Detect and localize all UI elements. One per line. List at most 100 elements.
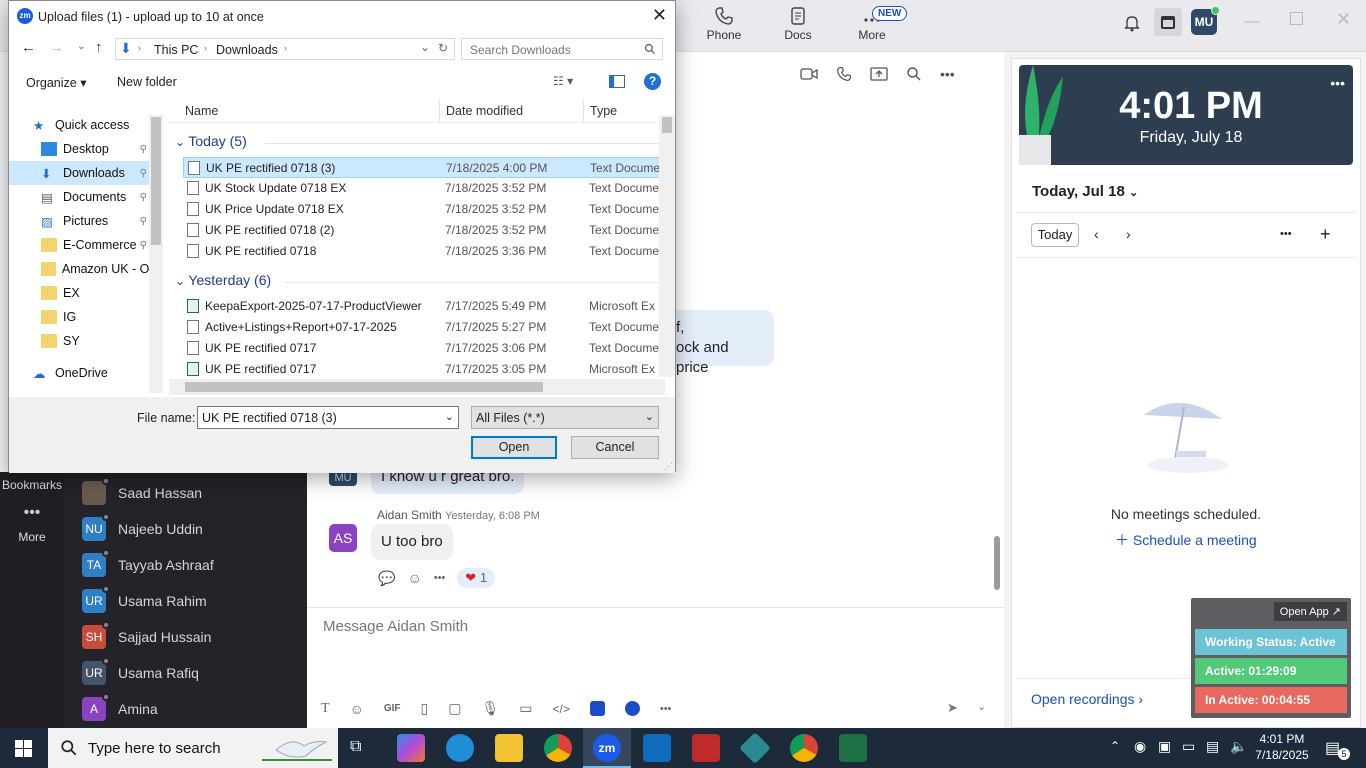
- file-row[interactable]: Active+Listings+Report+07-17-2025 7/17/20…: [183, 317, 665, 338]
- edge-icon[interactable]: [446, 734, 474, 762]
- breadcrumb-this-pc[interactable]: This PC: [154, 43, 198, 57]
- nav-item[interactable]: SY: [9, 329, 149, 353]
- open-app-button[interactable]: Open App ↗: [1273, 602, 1347, 621]
- search-input[interactable]: Search Downloads: [461, 38, 663, 60]
- open-button[interactable]: Open: [471, 436, 557, 459]
- contact-item[interactable]: SH Sajjad Hussain: [82, 621, 211, 652]
- cancel-button[interactable]: Cancel: [571, 436, 659, 459]
- nav-item[interactable]: ⬇ Downloads ⚲: [9, 161, 149, 185]
- open-recordings-link[interactable]: Open recordings ›: [1031, 691, 1143, 707]
- tray-app-icon[interactable]: ◉: [1134, 738, 1146, 755]
- pin-icon[interactable]: ⚲: [140, 144, 147, 155]
- app-icon-1[interactable]: [589, 701, 605, 716]
- video-message-icon[interactable]: ▭: [519, 700, 532, 717]
- file-explorer-icon[interactable]: [495, 734, 523, 762]
- phone-tab[interactable]: Phone: [694, 6, 754, 48]
- address-dropdown-icon[interactable]: ⌄: [420, 40, 430, 54]
- nav-item[interactable]: ★ Quick access: [9, 113, 149, 137]
- message-more-icon[interactable]: •••: [434, 572, 446, 584]
- maximize-icon[interactable]: [1290, 12, 1303, 25]
- nav-item[interactable]: EX: [9, 281, 149, 305]
- user-avatar[interactable]: MU: [1191, 6, 1220, 35]
- windows-start-icon[interactable]: [15, 740, 32, 757]
- refresh-icon[interactable]: ↻: [438, 41, 448, 55]
- file-hscroll-thumb[interactable]: [185, 382, 543, 392]
- nav-item[interactable]: ☁ OneDrive: [9, 361, 149, 385]
- more-tab[interactable]: NEW More: [842, 6, 908, 48]
- nav-item[interactable]: Amazon UK - Oc: [9, 257, 149, 281]
- next-day-icon[interactable]: ›: [1126, 226, 1131, 242]
- pin-icon[interactable]: ⚲: [140, 216, 147, 227]
- contact-item[interactable]: UR Usama Rafiq: [82, 657, 199, 688]
- add-reaction-icon[interactable]: ☺: [407, 570, 421, 586]
- file-row[interactable]: UK Stock Update 0718 EX 7/18/2025 3:52 PM…: [183, 178, 665, 199]
- file-attach-icon[interactable]: ▯: [421, 700, 429, 717]
- task-view-icon[interactable]: ⧉: [350, 738, 361, 756]
- nav-item[interactable]: ▤ Documents ⚲: [9, 185, 149, 209]
- nav-item[interactable]: E-Commerce ⚲: [9, 233, 149, 257]
- contact-item[interactable]: TA Tayyab Ashraaf: [82, 549, 214, 580]
- group-header[interactable]: ⌄ Today (5): [175, 133, 247, 149]
- zoom-taskbar-active[interactable]: zm: [583, 728, 631, 768]
- phone-call-icon[interactable]: [836, 66, 852, 82]
- pin-icon[interactable]: ⚲: [140, 168, 147, 179]
- group-header[interactable]: ⌄ Yesterday (6): [175, 272, 271, 288]
- outlook-icon[interactable]: [643, 734, 671, 762]
- send-options-icon[interactable]: ⌄: [977, 700, 986, 713]
- nav-item[interactable]: ▨ Pictures ⚲: [9, 209, 149, 233]
- more-nav-icon[interactable]: •••: [0, 504, 64, 522]
- docs-tab[interactable]: Docs: [768, 6, 828, 48]
- video-call-icon[interactable]: [800, 66, 818, 82]
- file-row[interactable]: UK PE rectified 0718 7/18/2025 3:36 PM Tex…: [183, 241, 665, 262]
- battery-icon[interactable]: ▭: [1182, 738, 1195, 755]
- file-hscrollbar[interactable]: [169, 379, 665, 395]
- file-row[interactable]: KeepaExport-2025-07-17-ProductViewer 7/17…: [183, 296, 665, 317]
- excel-icon[interactable]: [839, 734, 867, 762]
- nav-scroll-thumb[interactable]: [151, 117, 161, 245]
- breadcrumb-downloads[interactable]: Downloads: [216, 43, 278, 57]
- prev-day-icon[interactable]: ‹: [1094, 226, 1099, 242]
- calendar-heading[interactable]: Today, Jul 18 ⌄: [1032, 183, 1138, 200]
- code-snippet-icon[interactable]: </>: [553, 702, 570, 716]
- file-name-input[interactable]: UK PE rectified 0718 (3) ⌄: [197, 406, 459, 429]
- nav-scrollbar[interactable]: [149, 115, 163, 393]
- screenshot-icon[interactable]: ▢: [448, 700, 461, 717]
- file-row[interactable]: UK PE rectified 0718 (3) 7/18/2025 4:00 P…: [183, 157, 665, 178]
- file-row[interactable]: UK Price Update 0718 EX 7/18/2025 3:52 PM…: [183, 199, 665, 220]
- up-arrow-icon[interactable]: ↑: [95, 39, 103, 56]
- apps-button[interactable]: [1154, 8, 1182, 36]
- organize-menu[interactable]: Organize ▾: [26, 75, 86, 90]
- file-row[interactable]: UK PE rectified 0717 7/17/2025 3:06 PM Tex…: [183, 338, 665, 359]
- sender-name[interactable]: Aidan Smith: [377, 508, 442, 522]
- file-vscroll-thumb[interactable]: [662, 117, 672, 133]
- preview-pane-icon[interactable]: [609, 75, 625, 88]
- chat-more-icon[interactable]: •••: [940, 66, 955, 94]
- chrome-profile-icon[interactable]: [790, 734, 818, 762]
- app-diamond-icon[interactable]: [739, 732, 771, 764]
- add-meeting-icon[interactable]: +: [1320, 224, 1331, 245]
- help-icon[interactable]: ?: [644, 73, 661, 90]
- chat-scrollbar[interactable]: [994, 536, 1000, 590]
- app-icon-2[interactable]: [624, 701, 640, 716]
- volume-icon[interactable]: 🔈: [1230, 738, 1247, 755]
- contact-item[interactable]: UR Usama Rahim: [82, 585, 207, 616]
- view-options-icon[interactable]: ☷ ▾: [553, 74, 573, 88]
- chrome-icon[interactable]: [544, 734, 572, 762]
- file-type-select[interactable]: All Files (*.*) ⌄: [471, 406, 659, 429]
- tray-display-icon[interactable]: ▣: [1158, 738, 1171, 755]
- contact-item[interactable]: NU Najeeb Uddin: [82, 513, 203, 544]
- sender-avatar[interactable]: AS: [329, 524, 357, 552]
- pin-icon[interactable]: ⚲: [140, 240, 147, 251]
- share-screen-icon[interactable]: [870, 66, 888, 82]
- send-icon[interactable]: ➤: [947, 700, 958, 716]
- heart-reaction[interactable]: ❤ 1: [457, 568, 496, 588]
- emoji-icon[interactable]: ☺: [350, 701, 364, 717]
- taskbar-clock[interactable]: 4:01 PM 7/18/2025: [1252, 731, 1312, 763]
- dialog-close-icon[interactable]: ✕: [652, 5, 667, 26]
- tray-overflow-icon[interactable]: ⌃: [1110, 739, 1120, 753]
- clock-more-icon[interactable]: •••: [1330, 75, 1345, 91]
- gif-button[interactable]: GIF: [384, 703, 401, 714]
- message-composer[interactable]: Message Aidan Smith T ☺ GIF ▯ ▢ 🎙 ▭ </> …: [307, 607, 1004, 728]
- format-text-icon[interactable]: T: [321, 701, 330, 717]
- reply-thread-icon[interactable]: 💬: [378, 570, 395, 587]
